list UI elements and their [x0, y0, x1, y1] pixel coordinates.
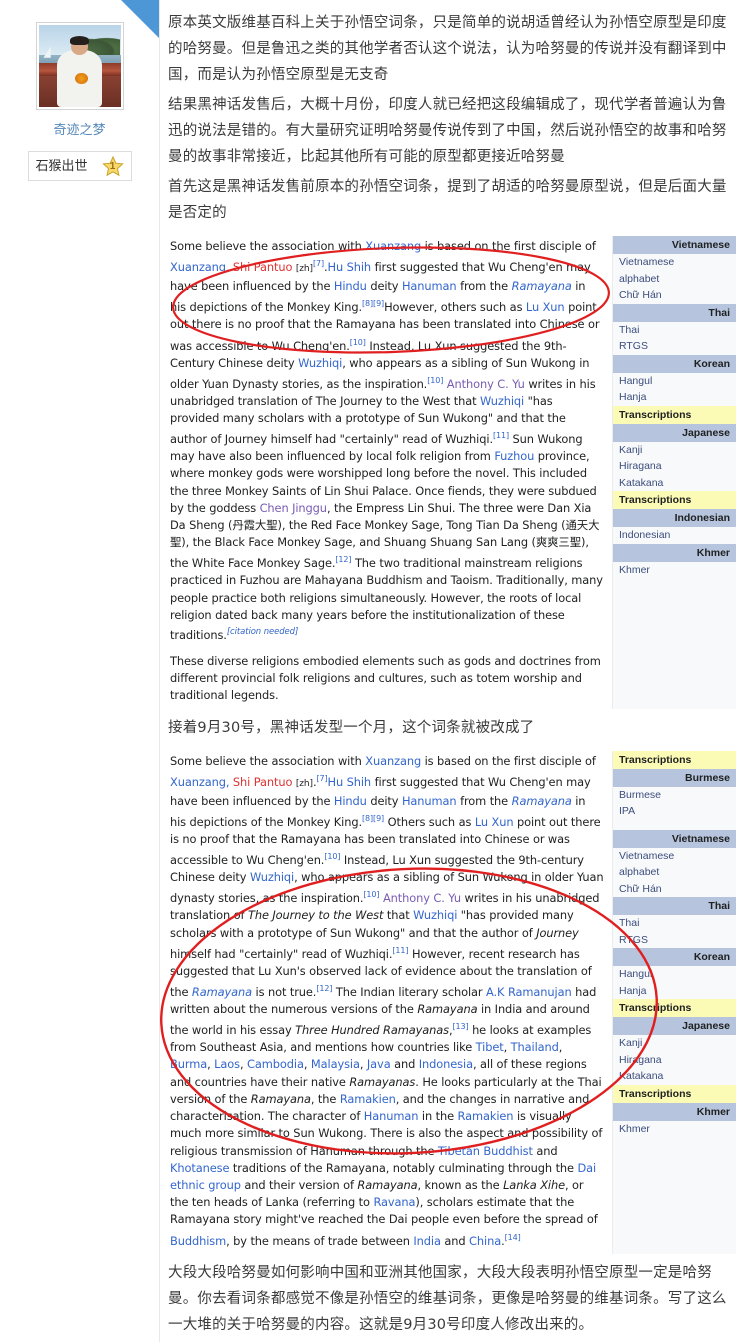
infobox-item[interactable]: Indonesian — [613, 527, 736, 544]
wiki-infobox-sidebar-1: Vietnamese Vietnamese alphabet Chữ Hán T… — [612, 236, 736, 709]
author-rank-label: 石猴出世 — [35, 158, 88, 173]
star-icon: 1 — [101, 155, 124, 177]
author-username[interactable]: 奇迹之梦 — [8, 122, 151, 138]
infobox-item[interactable]: Katakana — [613, 1068, 736, 1085]
post-paragraph-1: 原本英文版维基百科上关于孙悟空词条，只是简单的说胡适曾经认为孙悟空原型是印度的哈… — [168, 15, 727, 83]
infobox-item[interactable]: Hanja — [613, 389, 736, 406]
infobox-header: Thai — [613, 303, 736, 322]
wiki-infobox-sidebar-2: Transcriptions Burmese Burmese IPA Vietn… — [612, 750, 736, 1254]
forum-post: 楼主 奇迹之梦 石猴出世 1 — [0, 0, 738, 1342]
infobox-item[interactable]: Hanja — [613, 983, 736, 1000]
post-paragraph-5: 大段大段哈努曼如何影响中国和亚洲其他国家，大段大段表明孙悟空原型一定是哈努曼。你… — [168, 1264, 727, 1333]
embedded-wikipedia-screenshot-2[interactable]: Some believe the association with Xuanza… — [160, 750, 736, 1254]
infobox-item[interactable]: Katakana — [613, 475, 736, 492]
infobox-item[interactable]: Hiragana — [613, 458, 736, 475]
infobox-transcriptions-header: Transcriptions — [613, 491, 736, 509]
infobox-item[interactable]: IPA — [613, 803, 736, 820]
infobox-item[interactable]: Hangul — [613, 373, 736, 390]
infobox-item[interactable]: Thai — [613, 915, 736, 932]
infobox-transcriptions-header: Transcriptions — [613, 999, 736, 1018]
infobox-item[interactable]: Khmer — [613, 562, 736, 579]
wiki-article-body-1: Some believe the association with Xuanza… — [168, 236, 612, 709]
wiki-paragraph: Some believe the association with Xuanza… — [170, 239, 603, 642]
infobox-item[interactable]: RTGS — [613, 338, 736, 355]
infobox-header: Khmer — [613, 1102, 736, 1121]
author-column: 楼主 奇迹之梦 石猴出世 1 — [0, 0, 160, 1342]
infobox-item[interactable]: Khmer — [613, 1121, 736, 1138]
infobox-item[interactable]: alphabet — [613, 271, 736, 288]
infobox-header: Korean — [613, 948, 736, 967]
post-paragraph-4: 接着9月30号，黑神话发型一个月，这个词条就被改成了 — [168, 719, 535, 736]
avatar-image — [38, 25, 121, 107]
infobox-item[interactable]: Kanji — [613, 1035, 736, 1052]
infobox-item[interactable]: Vietnamese — [613, 848, 736, 865]
author-rank-badge: 石猴出世 1 — [27, 151, 132, 181]
infobox-item[interactable]: Chữ Hán — [613, 287, 736, 304]
infobox-header: Vietnamese — [613, 236, 736, 254]
infobox-spacer — [613, 819, 736, 830]
post-content: 原本英文版维基百科上关于孙悟空词条，只是简单的说胡适曾经认为孙悟空原型是印度的哈… — [160, 0, 738, 1342]
infobox-header: Vietnamese — [613, 829, 736, 848]
embedded-wikipedia-screenshot-1[interactable]: Some believe the association with Xuanza… — [168, 236, 736, 709]
infobox-header: Japanese — [613, 423, 736, 442]
author-rank-level: 1 — [109, 161, 116, 172]
infobox-header: Japanese — [613, 1017, 736, 1036]
wiki-paragraph: Some believe the association with Xuanza… — [170, 753, 604, 1248]
infobox-header: Indonesian — [613, 509, 736, 527]
infobox-item[interactable]: Hiragana — [613, 1052, 736, 1069]
avatar[interactable] — [35, 22, 124, 110]
wiki-paragraph: These diverse religions embodied element… — [170, 654, 601, 703]
original-poster-ribbon — [121, 0, 159, 38]
infobox-item[interactable]: Kanji — [613, 442, 736, 459]
infobox-item[interactable]: Hangul — [613, 966, 736, 983]
post-paragraph-3: 首先这是黑神话发售前原本的孙悟空词条，提到了胡适的哈努曼原型说，但是后面大量是否… — [168, 179, 727, 221]
infobox-transcriptions-header: Transcriptions — [613, 1084, 736, 1103]
infobox-item[interactable]: alphabet — [613, 864, 736, 881]
wiki-article-body-2: Some believe the association with Xuanza… — [168, 751, 612, 1254]
avatar-person-hair — [69, 35, 90, 45]
infobox-item[interactable]: Chữ Hán — [613, 881, 736, 898]
infobox-header: Thai — [613, 897, 736, 916]
avatar-shirt-logo — [74, 72, 88, 85]
infobox-item[interactable]: Burmese — [613, 787, 736, 804]
post-paragraph-2: 结果黑神话发售后，大概十月份，印度人就已经把这段编辑成了，现代学者普遍认为鲁迅的… — [168, 97, 727, 165]
infobox-header: Burmese — [613, 768, 736, 787]
infobox-transcriptions-header: Transcriptions — [613, 405, 736, 424]
infobox-transcriptions-header: Transcriptions — [613, 750, 736, 769]
infobox-header: Korean — [613, 354, 736, 373]
infobox-item[interactable]: Thai — [613, 322, 736, 339]
infobox-item[interactable]: Vietnamese — [613, 254, 736, 271]
infobox-header: Khmer — [613, 543, 736, 562]
infobox-item[interactable]: RTGS — [613, 932, 736, 949]
